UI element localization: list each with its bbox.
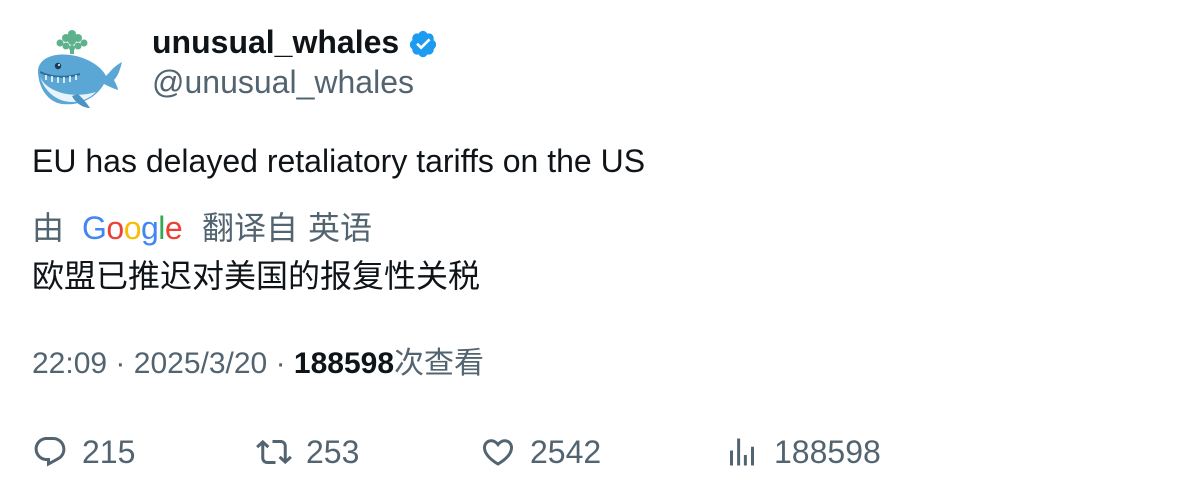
translated-from-label: 翻译自: [202, 210, 299, 246]
retweet-count: 253: [306, 433, 360, 470]
avatar[interactable]: [32, 26, 126, 112]
reply-icon: [34, 437, 66, 467]
translation-by-label: 由: [32, 210, 65, 246]
analytics-icon: [730, 438, 754, 466]
like-button[interactable]: 2542: [480, 430, 601, 474]
retweet-icon: [256, 439, 292, 465]
reply-count: 215: [82, 433, 136, 470]
author-name-row: unusual_whales: [152, 22, 438, 62]
source-language: 英语: [308, 210, 373, 246]
reply-button[interactable]: 215: [32, 430, 135, 474]
whale-icon: [38, 30, 122, 108]
author-display-name[interactable]: unusual_whales: [152, 22, 399, 62]
translation-attribution[interactable]: 由 Google 翻译自 英语: [32, 208, 372, 248]
translated-text: 欧盟已推迟对美国的报复性关税: [32, 258, 481, 294]
views-count: 188598: [293, 347, 395, 380]
like-count: 2542: [530, 433, 602, 470]
author-handle[interactable]: @unusual_whales: [152, 62, 414, 102]
meta-separator: ·: [275, 347, 286, 380]
svg-text:Google: Google: [82, 210, 182, 246]
verified-badge-icon[interactable]: [408, 29, 438, 59]
tweet-text: EU has delayed retaliatory tariffs on th…: [32, 143, 646, 179]
google-logo-icon: Google: [82, 210, 182, 246]
heart-icon: [482, 439, 514, 466]
tweet-date[interactable]: 2025/3/20: [134, 347, 267, 380]
action-bar: 215 253 2542 188598: [0, 430, 1196, 474]
retweet-button[interactable]: 253: [256, 430, 359, 474]
tweet-meta: 22:09 · 2025/3/20 · 188598次查看: [32, 344, 484, 384]
views-button[interactable]: 188598: [724, 430, 881, 474]
views-label: 次查看: [394, 347, 485, 380]
views-action-count: 188598: [774, 433, 881, 470]
tweet-time[interactable]: 22:09: [32, 347, 107, 380]
meta-separator: ·: [115, 347, 126, 380]
